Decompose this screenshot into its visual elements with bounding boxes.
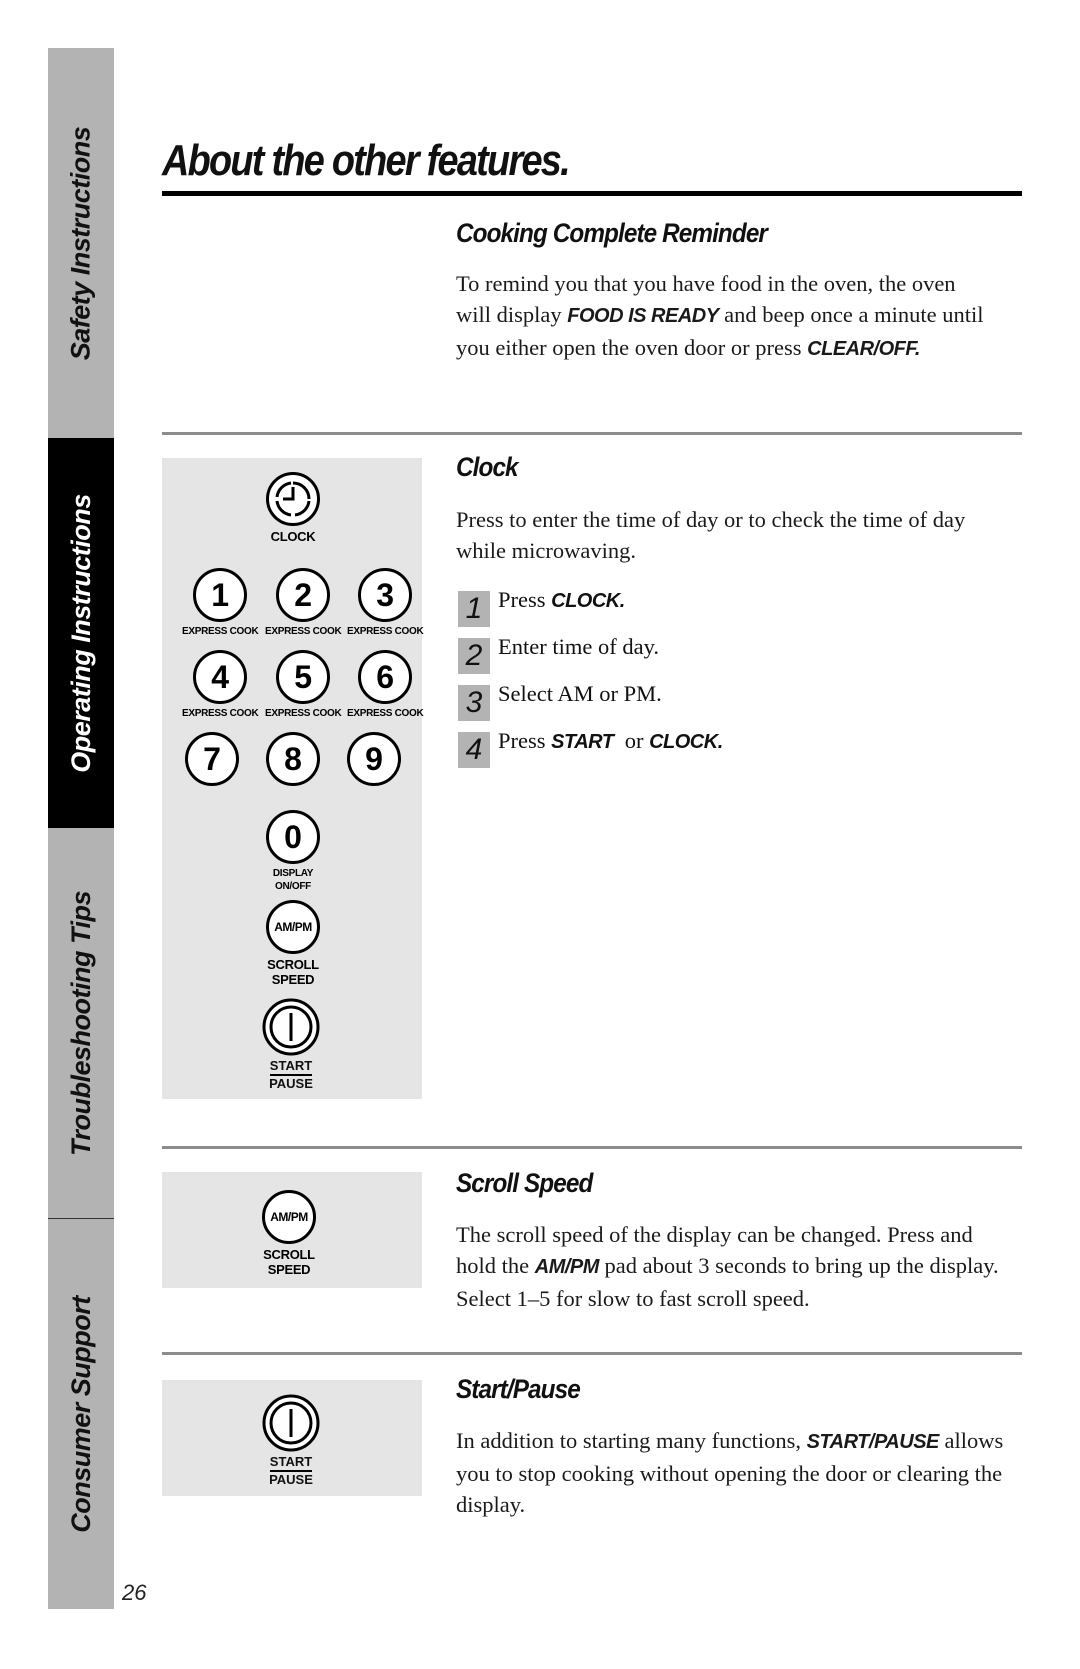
step-number: 1 bbox=[458, 591, 490, 627]
clock-key: CLOCK bbox=[266, 472, 320, 544]
start-pause-icon bbox=[262, 998, 320, 1056]
clock-steps: 1 Press CLOCK. 2 Enter time of day. 3 Selec… bbox=[458, 588, 723, 776]
digit-key: 8 bbox=[266, 732, 320, 786]
clock-intro: Press to enter the time of day or to che… bbox=[456, 507, 966, 563]
side-tab-troubleshooting-tips[interactable]: Troubleshooting Tips bbox=[48, 828, 114, 1218]
start-pause-key: START PAUSE bbox=[262, 998, 320, 1091]
clock-heading: Clock bbox=[456, 452, 519, 482]
step-number: 4 bbox=[458, 732, 490, 768]
step-item: 3 Select AM or PM. bbox=[458, 682, 723, 729]
scroll-speed-text: The scroll speed of the display can be c… bbox=[456, 1222, 999, 1311]
ampm-key: AM/PM SCROLL SPEED bbox=[266, 900, 320, 987]
step-item: 1 Press CLOCK. bbox=[458, 588, 723, 635]
page-number: 26 bbox=[122, 1580, 147, 1605]
step-item: 4 Press START or CLOCK. bbox=[458, 729, 723, 776]
start-pause-key: START PAUSE bbox=[262, 1394, 320, 1487]
digit-key: 3 EXPRESS COOK bbox=[347, 568, 424, 638]
section-divider bbox=[162, 432, 1022, 435]
side-tab-label: Operating Instructions bbox=[65, 493, 96, 773]
digit-key: 5 EXPRESS COOK bbox=[265, 650, 342, 720]
zero-key: 0 DISPLAY ON/OFF bbox=[266, 810, 320, 893]
side-tab-operating-instructions[interactable]: Operating Instructions bbox=[48, 438, 114, 828]
keyword: START/PAUSE bbox=[806, 1431, 940, 1453]
section-divider bbox=[162, 1352, 1022, 1355]
side-tab-label: Safety Instructions bbox=[65, 126, 96, 360]
step-item: 2 Enter time of day. bbox=[458, 635, 723, 682]
start-pause-heading: Start/Pause bbox=[456, 1374, 581, 1404]
cooking-complete-text: To remind you that you have food in the … bbox=[456, 271, 984, 360]
cooking-complete-heading: Cooking Complete Reminder bbox=[456, 218, 768, 248]
digit-key: 9 bbox=[347, 732, 401, 786]
side-tab-consumer-support[interactable]: Consumer Support bbox=[48, 1219, 114, 1609]
keyword: CLEAR/OFF. bbox=[807, 338, 920, 360]
page-title: About the other features. bbox=[162, 136, 571, 185]
digit-key: 4 EXPRESS COOK bbox=[182, 650, 259, 720]
start-pause-text: In addition to starting many functions, … bbox=[456, 1428, 1004, 1517]
digit-key: 7 bbox=[185, 732, 239, 786]
step-number: 2 bbox=[458, 638, 490, 674]
ampm-key: AM/PM SCROLL SPEED bbox=[262, 1190, 316, 1277]
start-pause-icon bbox=[262, 1394, 320, 1452]
keypad-illustration: CLOCK 1 EXPRESS COOK 2 EXPRESS COOK 3 EXPRE… bbox=[162, 458, 424, 1099]
section-divider bbox=[162, 1146, 1022, 1149]
title-rule bbox=[162, 191, 1022, 196]
scroll-speed-illustration: AM/PM SCROLL SPEED bbox=[162, 1172, 422, 1288]
clock-icon bbox=[266, 472, 320, 526]
keyword: AM/PM bbox=[534, 1256, 600, 1278]
side-tab-label: Troubleshooting Tips bbox=[65, 890, 96, 1156]
side-tab-safety-instructions[interactable]: Safety Instructions bbox=[48, 48, 114, 438]
scroll-speed-heading: Scroll Speed bbox=[456, 1168, 593, 1198]
start-pause-illustration: START PAUSE bbox=[162, 1380, 422, 1496]
step-number: 3 bbox=[458, 685, 490, 721]
side-tab-label: Consumer Support bbox=[65, 1295, 96, 1533]
keyword: FOOD IS READY bbox=[567, 305, 719, 327]
digit-key: 1 EXPRESS COOK bbox=[182, 568, 259, 638]
digit-key: 6 EXPRESS COOK bbox=[347, 650, 424, 720]
digit-key: 2 EXPRESS COOK bbox=[265, 568, 342, 638]
